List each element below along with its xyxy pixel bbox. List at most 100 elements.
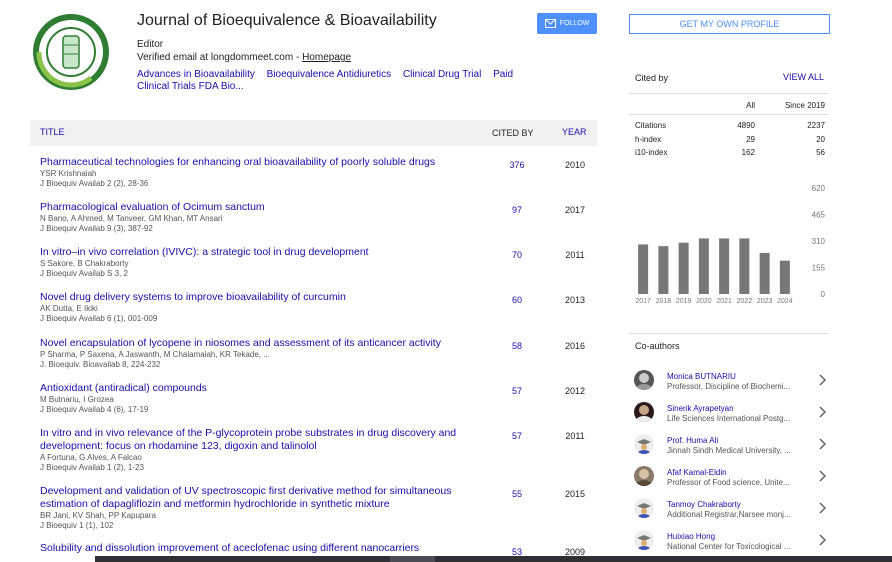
- cited-by-header[interactable]: CITED BY: [492, 128, 534, 138]
- x-tick-label: 2024: [777, 298, 793, 305]
- sort-by-year[interactable]: YEAR: [562, 127, 587, 137]
- coauthor-affiliation: National Center for Toxicological ...: [667, 542, 791, 551]
- chevron-right-icon: [819, 406, 827, 418]
- table-row: Novel drug delivery systems to improve b…: [30, 285, 597, 331]
- profile-header: Journal of Bioequivalence & Bioavailabil…: [0, 0, 610, 112]
- coauthor-item[interactable]: Afaf Kamal-Eldin Professor of Food scien…: [629, 462, 829, 494]
- article-venue: J Bioequiv Availab 4 (6), 17-19: [40, 405, 149, 414]
- stats-header-all: All: [746, 100, 755, 110]
- article-title-link[interactable]: In vitro and in vivo relevance of the P-…: [40, 421, 480, 453]
- article-title-link[interactable]: Pharmaceutical technologies for enhancin…: [40, 150, 480, 169]
- interest-link[interactable]: Advances in Bioavailability: [137, 69, 255, 80]
- avatar: [634, 370, 654, 390]
- table-row: Development and validation of UV spectro…: [30, 479, 597, 537]
- coauthor-item[interactable]: Prof. Huma Ali Jinnah Sindh Medical Univ…: [629, 430, 829, 462]
- article-title-link[interactable]: Solubility and dissolution improvement o…: [40, 537, 480, 555]
- cited-by-title: Cited by: [635, 73, 669, 83]
- cited-by-count[interactable]: 57: [500, 431, 534, 441]
- article-title-link[interactable]: Antioxidant (antiradical) compounds: [40, 376, 480, 395]
- article-venue: J Bioequiv Availab 2 (2), 28-36: [40, 179, 149, 188]
- coauthor-item[interactable]: Tanmoy Chakraborty Additional Registrar,…: [629, 494, 829, 526]
- article-title-link[interactable]: In vitro–in vivo correlation (IVIVC): a …: [40, 240, 480, 259]
- chart-bar-2024[interactable]: [779, 260, 790, 294]
- article-title-link[interactable]: Development and validation of UV spectro…: [40, 479, 480, 511]
- coauthor-item[interactable]: Monica BUTNARIU Professor, Discipline of…: [629, 366, 829, 398]
- article-venue: J Bioequiv Availab S 3, 2: [40, 269, 128, 278]
- chart-bar-2021[interactable]: [719, 238, 730, 294]
- divider: [629, 114, 829, 115]
- chart-bar-2017[interactable]: [638, 244, 649, 294]
- chevron-right-icon: [819, 374, 827, 386]
- y-tick-label: 0: [821, 290, 826, 299]
- horizontal-scrollbar[interactable]: [95, 556, 892, 562]
- cited-by-count[interactable]: 58: [500, 341, 534, 351]
- table-row: In vitro and in vivo relevance of the P-…: [30, 421, 597, 479]
- chevron-right-icon: [819, 470, 827, 482]
- coauthor-name[interactable]: Tanmoy Chakraborty: [667, 500, 741, 509]
- coauthor-affiliation: Jinnah Sindh Medical University, ...: [667, 446, 791, 455]
- coauthor-affiliation: Professor, Discipline of Biochemi...: [667, 382, 791, 391]
- x-tick-label: 2017: [635, 298, 651, 305]
- coauthor-item[interactable]: Huixiao Hong National Center for Toxicol…: [629, 526, 829, 558]
- view-all-link[interactable]: VIEW ALL: [783, 72, 824, 82]
- chart-bar-2019[interactable]: [678, 242, 689, 294]
- chart-bar-2018[interactable]: [658, 246, 669, 294]
- chart-bar-2020[interactable]: [698, 238, 709, 294]
- y-tick-label: 155: [812, 264, 826, 273]
- article-authors: S Sakore, B Chakraborty: [40, 259, 129, 268]
- articles-table-header: TITLE CITED BY YEAR: [30, 120, 597, 146]
- coauthor-name[interactable]: Monica BUTNARIU: [667, 372, 736, 381]
- verified-email: Verified email at longdommeet.com - Home…: [137, 52, 351, 63]
- cited-by-count[interactable]: 60: [500, 295, 534, 305]
- divider: [629, 333, 829, 334]
- table-row: Novel encapsulation of lycopene in nioso…: [30, 331, 597, 376]
- cited-by-count[interactable]: 376: [500, 160, 534, 170]
- cited-by-count[interactable]: 57: [500, 386, 534, 396]
- sort-by-title[interactable]: TITLE: [40, 127, 65, 137]
- get-my-own-profile-button[interactable]: GET MY OWN PROFILE: [629, 14, 830, 34]
- article-venue: J Bioequiv Availab 9 (3), 387-92: [40, 224, 153, 233]
- table-row: Solubility and dissolution improvement o…: [30, 537, 597, 556]
- article-year: 2013: [564, 295, 586, 305]
- chart-bar-2023[interactable]: [759, 252, 770, 294]
- verified-email-text: Verified email at longdommeet.com -: [137, 52, 303, 63]
- stat-label-link[interactable]: i10-index: [629, 148, 699, 157]
- chart-bar-2022[interactable]: [739, 238, 750, 294]
- stat-all: 162: [741, 148, 755, 158]
- stat-since: 2237: [807, 121, 825, 131]
- interest-link[interactable]: Bioequivalence Antidiuretics: [267, 69, 392, 80]
- coauthor-name[interactable]: Afaf Kamal-Eldin: [667, 468, 727, 477]
- cited-by-count[interactable]: 55: [500, 489, 534, 499]
- coauthor-affiliation: Additional Registrar,Narsee monj...: [667, 510, 791, 519]
- avatar: [634, 402, 654, 422]
- follow-label: FOLLOW: [559, 20, 590, 27]
- stat-label-link[interactable]: h-index: [629, 135, 699, 144]
- stat-label-link[interactable]: Citations: [629, 121, 699, 130]
- x-tick-label: 2022: [737, 298, 753, 305]
- cited-by-count[interactable]: 53: [500, 547, 534, 556]
- article-title-link[interactable]: Novel encapsulation of lycopene in nioso…: [40, 331, 480, 350]
- article-title-link[interactable]: Pharmacological evaluation of Ocimum san…: [40, 195, 480, 214]
- homepage-link[interactable]: Homepage: [302, 52, 351, 63]
- article-year: 2011: [565, 250, 585, 260]
- coauthors-title: Co-authors: [635, 341, 680, 351]
- coauthor-item[interactable]: Sinerik Ayrapetyan Life Sciences Interna…: [629, 398, 829, 430]
- coauthor-name[interactable]: Huixiao Hong: [667, 532, 715, 541]
- journal-logo: [33, 14, 109, 90]
- stat-since: 56: [816, 148, 825, 158]
- interest-link[interactable]: Clinical Drug Trial: [403, 69, 481, 80]
- coauthors-list: Monica BUTNARIU Professor, Discipline of…: [629, 366, 829, 558]
- coauthor-name[interactable]: Sinerik Ayrapetyan: [667, 404, 734, 413]
- scrollbar-thumb[interactable]: [390, 556, 435, 562]
- article-year: 2015: [564, 489, 586, 499]
- cited-by-count[interactable]: 97: [500, 205, 534, 215]
- article-title-link[interactable]: Novel drug delivery systems to improve b…: [40, 285, 480, 304]
- article-venue: J Bioequiv 1 (1), 102: [40, 521, 114, 530]
- coauthor-name[interactable]: Prof. Huma Ali: [667, 436, 718, 445]
- follow-button[interactable]: FOLLOW: [537, 13, 597, 34]
- graduate-cap-icon: [634, 498, 654, 518]
- article-authors: BR Jani, KV Shah, PP Kapupara: [40, 511, 156, 520]
- cited-by-count[interactable]: 70: [500, 250, 534, 260]
- citation-stats-table: All Since 2019 Citations 4890 2237 h-ind…: [629, 96, 829, 160]
- article-year: 2010: [564, 160, 586, 170]
